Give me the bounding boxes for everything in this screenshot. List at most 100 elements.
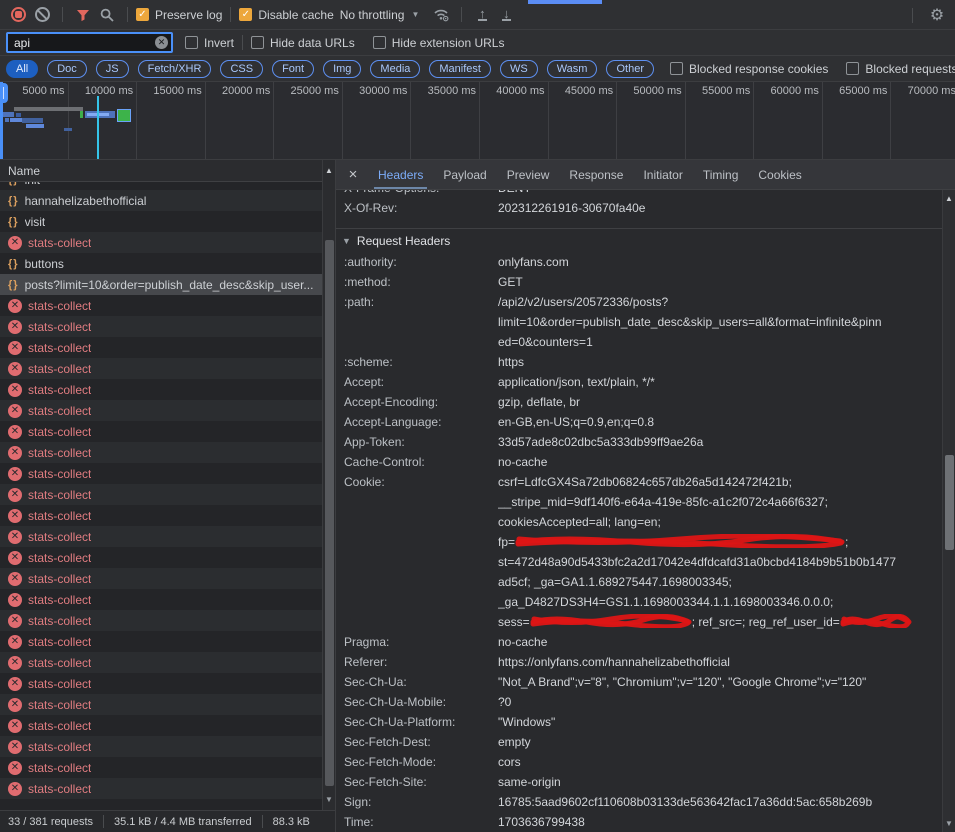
header-key: Sec-Fetch-Site: bbox=[336, 772, 498, 792]
request-row[interactable]: {}posts?limit=10&order=publish_date_desc… bbox=[0, 274, 322, 295]
request-row[interactable]: ✕stats-collect bbox=[0, 400, 322, 421]
error-icon: ✕ bbox=[8, 614, 22, 628]
request-row[interactable]: ✕stats-collect bbox=[0, 610, 322, 631]
request-row[interactable]: ✕stats-collect bbox=[0, 736, 322, 757]
request-row[interactable]: ✕stats-collect bbox=[0, 379, 322, 400]
request-row[interactable]: ✕stats-collect bbox=[0, 337, 322, 358]
filter-pill-js[interactable]: JS bbox=[96, 60, 129, 78]
type-option-list: Blocked response cookies Blocked requests… bbox=[670, 62, 955, 76]
request-row[interactable]: ✕stats-collect bbox=[0, 232, 322, 253]
name-column-header[interactable]: Name bbox=[0, 160, 335, 182]
header-row: Pragma:no-cache bbox=[336, 632, 942, 652]
invert-checkbox[interactable]: Invert bbox=[185, 36, 234, 50]
filter-pill-css[interactable]: CSS bbox=[220, 60, 263, 78]
tab-response[interactable]: Response bbox=[559, 160, 633, 189]
tab-timing[interactable]: Timing bbox=[693, 160, 749, 189]
network-overview-timeline[interactable]: 5000 ms10000 ms15000 ms20000 ms25000 ms3… bbox=[0, 82, 955, 160]
request-row[interactable]: ✕stats-collect bbox=[0, 673, 322, 694]
waterfall-bar bbox=[64, 128, 72, 131]
scroll-up-icon[interactable]: ▲ bbox=[323, 166, 335, 175]
request-row[interactable]: ✕stats-collect bbox=[0, 652, 322, 673]
hide-extension-urls-checkbox[interactable]: Hide extension URLs bbox=[373, 36, 505, 50]
filter-pill-fetch-xhr[interactable]: Fetch/XHR bbox=[138, 60, 212, 78]
request-row[interactable]: {}buttons bbox=[0, 253, 322, 274]
request-row[interactable]: {}visit bbox=[0, 211, 322, 232]
filter-pill-wasm[interactable]: Wasm bbox=[547, 60, 598, 78]
header-key: Accept: bbox=[336, 372, 498, 392]
filter-pill-doc[interactable]: Doc bbox=[47, 60, 87, 78]
request-headers-section-header[interactable]: ▼Request Headers bbox=[336, 228, 942, 252]
preserve-log-checkbox[interactable]: ✓ Preserve log bbox=[136, 8, 222, 22]
filter-pill-manifest[interactable]: Manifest bbox=[429, 60, 491, 78]
header-value: "Not_A Brand";v="8", "Chromium";v="120",… bbox=[498, 672, 942, 692]
tab-payload[interactable]: Payload bbox=[433, 160, 496, 189]
settings-button[interactable]: ⚙ bbox=[925, 3, 949, 27]
request-list-scrollbar[interactable]: ▲ ▼ bbox=[322, 160, 335, 810]
filter-pill-font[interactable]: Font bbox=[272, 60, 314, 78]
tab-initiator[interactable]: Initiator bbox=[633, 160, 692, 189]
record-button[interactable] bbox=[6, 3, 30, 27]
details-scrollbar[interactable]: ▲ ▼ bbox=[942, 190, 955, 832]
header-value-line: 202312261916-30670fa40e bbox=[498, 198, 942, 218]
request-row[interactable]: ✕stats-collect bbox=[0, 715, 322, 736]
json-icon: {} bbox=[8, 279, 19, 291]
scroll-down-icon[interactable]: ▼ bbox=[943, 819, 955, 828]
request-row[interactable]: ✕stats-collect bbox=[0, 757, 322, 778]
timeline-drag-handle[interactable] bbox=[0, 83, 8, 103]
redaction-scribble bbox=[840, 614, 912, 627]
error-icon: ✕ bbox=[8, 551, 22, 565]
network-conditions-button[interactable] bbox=[429, 3, 453, 27]
disable-cache-checkbox[interactable]: ✓ Disable cache bbox=[239, 8, 333, 22]
request-row[interactable]: ✕stats-collect bbox=[0, 526, 322, 547]
export-har-button[interactable]: ↓ bbox=[494, 3, 518, 27]
scroll-up-icon[interactable]: ▲ bbox=[943, 194, 955, 203]
header-row: Sec-Fetch-Site:same-origin bbox=[336, 772, 942, 792]
import-har-button[interactable]: ↑ bbox=[470, 3, 494, 27]
tab-preview[interactable]: Preview bbox=[497, 160, 560, 189]
header-value-line: fp=; bbox=[498, 532, 942, 552]
request-row[interactable]: ✕stats-collect bbox=[0, 778, 322, 799]
request-row[interactable]: ✕stats-collect bbox=[0, 295, 322, 316]
request-row[interactable]: ✕stats-collect bbox=[0, 463, 322, 484]
search-button[interactable] bbox=[95, 3, 119, 27]
header-value-line: _ga_D4827DS3H4=GS1.1.1698003344.1.1.1698… bbox=[498, 592, 942, 612]
request-row[interactable]: ✕stats-collect bbox=[0, 484, 322, 505]
clear-button[interactable] bbox=[30, 3, 54, 27]
header-key: Sec-Fetch-Mode: bbox=[336, 752, 498, 772]
close-icon[interactable]: × bbox=[344, 166, 362, 184]
request-row[interactable]: ✕stats-collect bbox=[0, 316, 322, 337]
filter-pill-media[interactable]: Media bbox=[370, 60, 420, 78]
blocked-requests-checkbox[interactable]: Blocked requests bbox=[846, 62, 955, 76]
filter-toggle-button[interactable] bbox=[71, 3, 95, 27]
scrollbar-thumb[interactable] bbox=[325, 240, 334, 786]
request-row[interactable]: ✕stats-collect bbox=[0, 568, 322, 589]
filter-pill-img[interactable]: Img bbox=[323, 60, 361, 78]
request-row[interactable]: ✕stats-collect bbox=[0, 442, 322, 463]
filter-pill-ws[interactable]: WS bbox=[500, 60, 538, 78]
request-row[interactable]: {}init bbox=[0, 182, 322, 190]
scrollbar-thumb[interactable] bbox=[945, 455, 954, 550]
filter-input[interactable] bbox=[6, 32, 173, 53]
blocked-response-cookies-checkbox[interactable]: Blocked response cookies bbox=[670, 62, 828, 76]
request-row[interactable]: ✕stats-collect bbox=[0, 547, 322, 568]
filter-pill-other[interactable]: Other bbox=[606, 60, 654, 78]
clear-filter-icon[interactable]: ✕ bbox=[155, 36, 168, 49]
tab-cookies[interactable]: Cookies bbox=[748, 160, 811, 189]
filter-bar: ✕ Invert Hide data URLs Hide extension U… bbox=[0, 30, 955, 56]
request-row[interactable]: ✕stats-collect bbox=[0, 358, 322, 379]
request-row[interactable]: ✕stats-collect bbox=[0, 421, 322, 442]
hide-data-urls-checkbox[interactable]: Hide data URLs bbox=[251, 36, 355, 50]
request-row[interactable]: {}hannahelizabethofficial bbox=[0, 190, 322, 211]
request-row[interactable]: ✕stats-collect bbox=[0, 631, 322, 652]
type-pill-list: All Doc JS Fetch/XHR CSS Font Img Media Manifest… bbox=[6, 60, 654, 78]
request-row[interactable]: ✕stats-collect bbox=[0, 694, 322, 715]
filter-pill-all[interactable]: All bbox=[6, 60, 38, 78]
request-row[interactable]: ✕stats-collect bbox=[0, 589, 322, 610]
scroll-down-icon[interactable]: ▼ bbox=[323, 795, 335, 804]
error-icon: ✕ bbox=[8, 782, 22, 796]
tab-headers[interactable]: Headers bbox=[368, 160, 433, 189]
request-row[interactable]: ✕stats-collect bbox=[0, 505, 322, 526]
waterfall-bar bbox=[22, 118, 43, 123]
header-key: Cache-Control: bbox=[336, 452, 498, 472]
throttling-dropdown[interactable]: No throttling ▼ bbox=[340, 8, 420, 22]
